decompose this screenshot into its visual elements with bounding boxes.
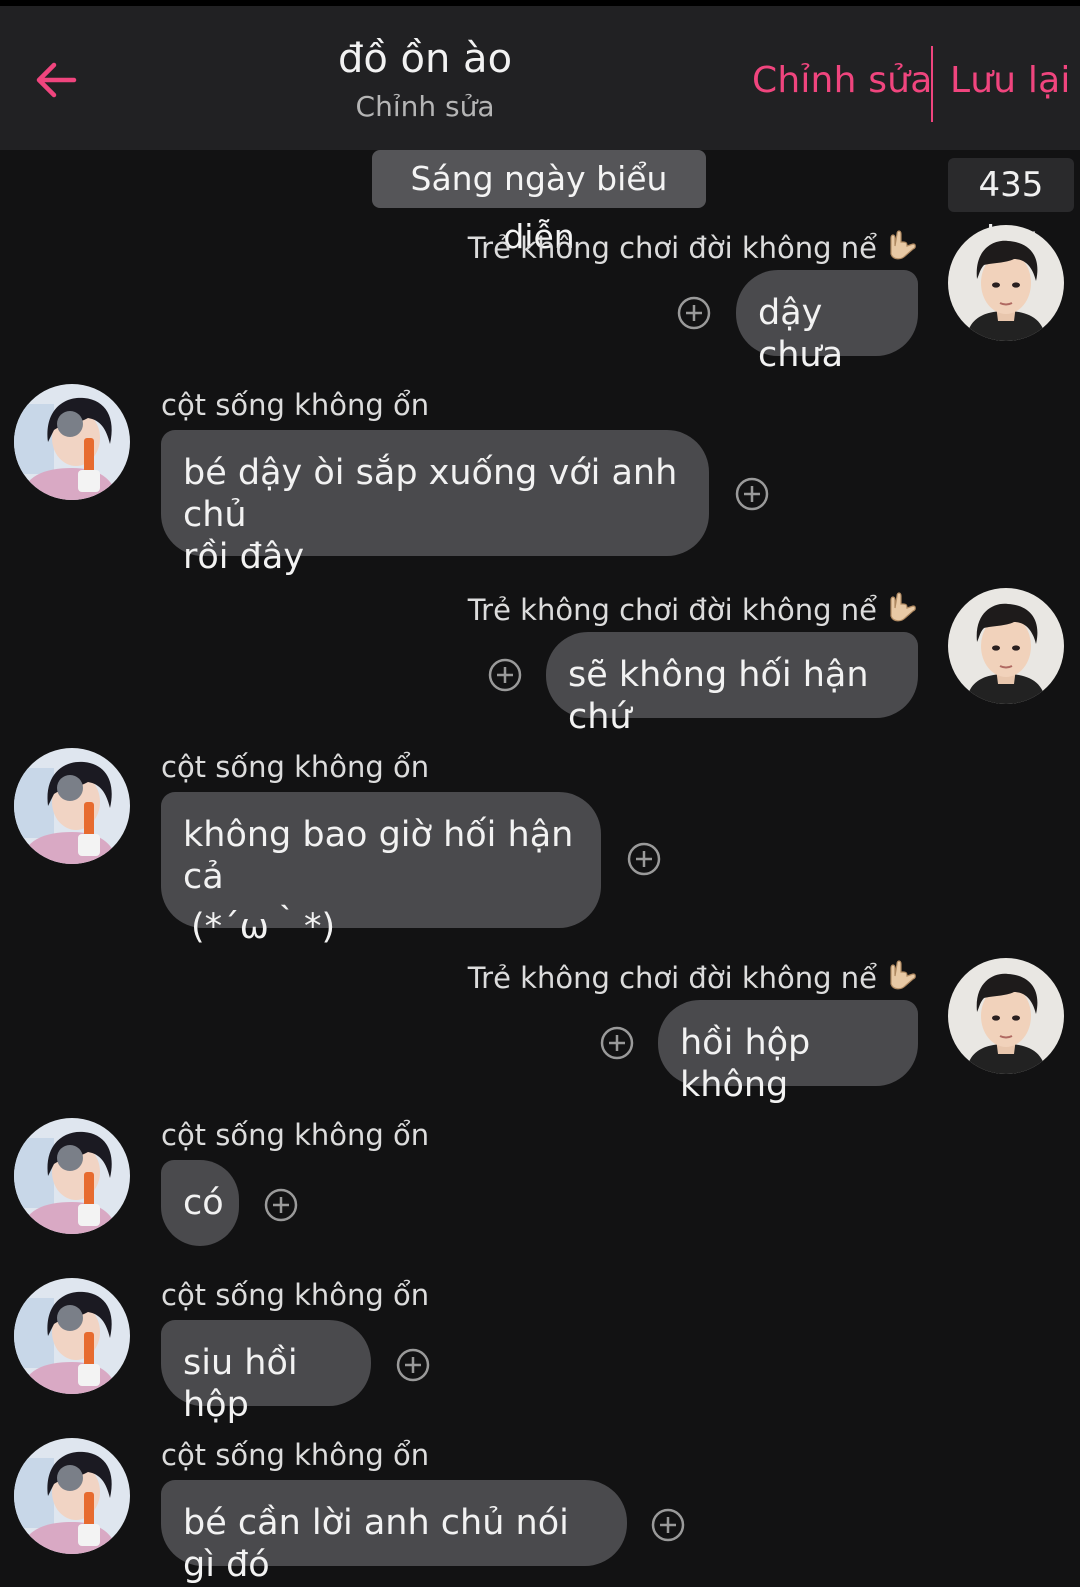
rock-hand-emoji-icon (883, 590, 917, 624)
message-bubble[interactable]: bé cần lời anh chủ nói gì đó (161, 1480, 627, 1585)
avatar-girl[interactable] (14, 384, 130, 500)
message-text: dậy chưa (758, 293, 844, 375)
message-bubble[interactable]: có (161, 1160, 239, 1246)
rock-hand-emoji-icon (883, 228, 917, 262)
sender-name: cột sống không ổn (161, 1278, 430, 1312)
edit-button[interactable]: Chỉnh sửa (752, 60, 932, 101)
scene-label[interactable]: Sáng ngày biểu diễn (372, 150, 706, 256)
joy-counter: 435 joy (948, 158, 1074, 259)
add-reaction-icon[interactable] (264, 1188, 298, 1222)
message-bubble[interactable]: sẽ không hối hận chứ (546, 632, 918, 737)
avatar-girl[interactable] (14, 1118, 130, 1234)
message-text: sẽ không hối hận chứ (568, 655, 869, 737)
add-reaction-icon[interactable] (677, 296, 711, 330)
sender-name: cột sống không ổn (161, 1118, 430, 1152)
message-bubble[interactable]: không bao giờ hối hận cả (*´ω｀*) (161, 792, 601, 947)
avatar-boy[interactable] (948, 225, 1064, 341)
message-text: bé cần lời anh chủ nói gì đó (183, 1503, 569, 1585)
sender-name-text: Trẻ không chơi đời không nể (467, 961, 877, 995)
add-reaction-icon[interactable] (651, 1508, 685, 1542)
avatar-girl[interactable] (14, 748, 130, 864)
message-text: hồi hộp không (680, 1023, 811, 1105)
message-bubble[interactable]: bé dậy òi sắp xuống với anh chủ rồi đây (161, 430, 709, 577)
add-reaction-icon[interactable] (396, 1348, 430, 1382)
avatar-boy[interactable] (948, 588, 1064, 704)
message-text: có (183, 1183, 224, 1223)
rock-hand-emoji-icon (883, 958, 917, 992)
avatar-girl[interactable] (14, 1438, 130, 1554)
message-text-line: bé dậy òi sắp xuống với anh chủ (183, 453, 678, 535)
save-button[interactable]: Lưu lại (950, 60, 1071, 101)
sender-name: Trẻ không chơi đời không nể (468, 958, 917, 995)
page-title: đồ ồn ào (337, 36, 513, 82)
message-bubble[interactable]: siu hồi hộp (161, 1320, 371, 1425)
message-text-line: không bao giờ hối hận cả (183, 815, 574, 897)
message-bubble[interactable]: hồi hộp không (658, 1000, 918, 1105)
add-reaction-icon[interactable] (735, 477, 769, 511)
sender-name: Trẻ không chơi đời không nể (468, 228, 917, 265)
sender-name: cột sống không ổn (161, 1438, 430, 1472)
add-reaction-icon[interactable] (627, 842, 661, 876)
message-bubble[interactable]: dậy chưa (736, 270, 918, 375)
avatar-girl[interactable] (14, 1278, 130, 1394)
page-subtitle: Chỉnh sửa (355, 90, 495, 123)
sender-name: cột sống không ổn (161, 750, 430, 784)
avatar-boy[interactable] (948, 958, 1064, 1074)
header-bar: đồ ồn ào Chỉnh sửa Chỉnh sửa Lưu lại (0, 6, 1080, 150)
sender-name-text: Trẻ không chơi đời không nể (467, 231, 877, 265)
add-reaction-icon[interactable] (600, 1026, 634, 1060)
sender-name: Trẻ không chơi đời không nể (468, 590, 917, 627)
message-text-line: rồi đây (183, 537, 305, 577)
message-text: siu hồi hộp (183, 1343, 298, 1425)
header-divider (931, 46, 933, 122)
sender-name: cột sống không ổn (161, 388, 430, 422)
message-text-line: (*´ω｀*) (191, 907, 336, 947)
add-reaction-icon[interactable] (488, 658, 522, 692)
sender-name-text: Trẻ không chơi đời không nể (467, 593, 877, 627)
